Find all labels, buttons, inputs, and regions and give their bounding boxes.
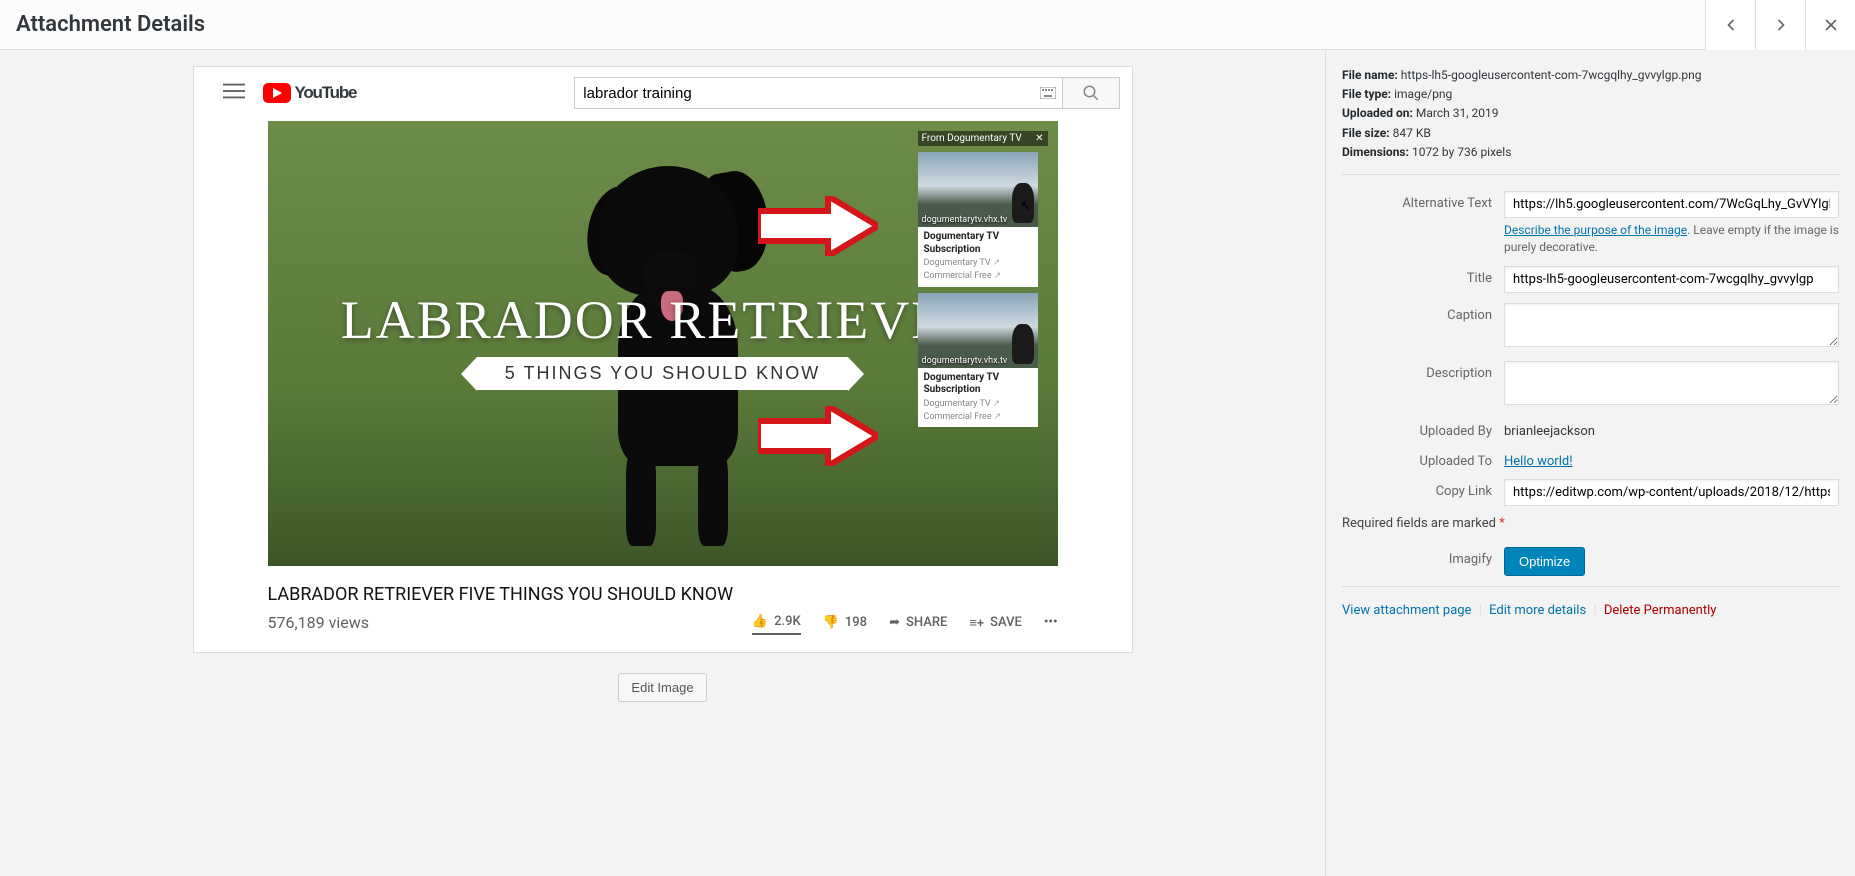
- keyboard-icon: [1034, 77, 1062, 109]
- attachment-preview-pane: YouTube: [0, 50, 1325, 876]
- youtube-video-title: LABRADOR RETRIEVER FIVE THINGS YOU SHOUL…: [268, 584, 1058, 605]
- playlist-add-icon: ≡+: [969, 615, 984, 631]
- save-button: ≡+SAVE: [969, 615, 1022, 631]
- share-icon: ➦: [889, 615, 900, 630]
- alt-text-label: Alternative Text: [1342, 191, 1504, 211]
- attachment-image: YouTube: [193, 66, 1133, 653]
- attachment-details-sidebar: File name: https-lh5-googleusercontent-c…: [1325, 50, 1855, 876]
- arrow-icon: [758, 196, 878, 256]
- share-button: ➦SHARE: [889, 615, 947, 630]
- thumbs-up-icon: 👍: [752, 614, 768, 629]
- youtube-logo: YouTube: [263, 83, 357, 103]
- prev-button[interactable]: [1705, 0, 1755, 50]
- uploaded-to-link[interactable]: Hello world!: [1504, 454, 1573, 469]
- optimize-button[interactable]: Optimize: [1504, 547, 1585, 576]
- modal-header: Attachment Details: [0, 0, 1855, 50]
- view-attachment-page-link[interactable]: View attachment page: [1342, 603, 1471, 618]
- edit-more-details-link[interactable]: Edit more details: [1489, 603, 1586, 618]
- file-type-value: image/png: [1394, 87, 1452, 101]
- uploaded-on-value: March 31, 2019: [1416, 106, 1499, 120]
- file-name-value: https-lh5-googleusercontent-com-7wcgqlhy…: [1401, 68, 1702, 82]
- uploaded-by-value: brianleejackson: [1504, 419, 1839, 439]
- alt-text-input[interactable]: [1504, 191, 1839, 218]
- uploaded-to-label: Uploaded To: [1342, 449, 1504, 469]
- required-fields-note: Required fields are marked *: [1342, 516, 1839, 531]
- title-input[interactable]: [1504, 266, 1839, 293]
- youtube-play-icon: [263, 83, 291, 103]
- alt-text-help-link[interactable]: Describe the purpose of the image: [1504, 223, 1687, 237]
- description-label: Description: [1342, 361, 1504, 381]
- endscreen-card: dogumentarytv.vhx.tv Dogumentary TV Subs…: [918, 152, 1038, 287]
- description-textarea[interactable]: [1504, 361, 1839, 405]
- close-icon: ✕: [1035, 133, 1043, 144]
- copy-link-input[interactable]: [1504, 479, 1839, 506]
- youtube-search-input: [574, 77, 1034, 109]
- delete-permanently-link[interactable]: Delete Permanently: [1604, 603, 1717, 618]
- youtube-player-thumbnail: LABRADOR RETRIEVER 5 THINGS YOU SHOULD K…: [268, 121, 1058, 566]
- more-icon: •••: [1044, 615, 1058, 630]
- caption-label: Caption: [1342, 303, 1504, 323]
- modal-title: Attachment Details: [16, 0, 205, 50]
- endscreen-card: dogumentarytv.vhx.tv Dogumentary TV Subs…: [918, 293, 1038, 428]
- imagify-label: Imagify: [1342, 547, 1504, 567]
- edit-image-button[interactable]: Edit Image: [618, 673, 706, 702]
- close-button[interactable]: [1805, 0, 1855, 50]
- endscreen-from-label: From Dogumentary TV: [922, 133, 1022, 144]
- caption-textarea[interactable]: [1504, 303, 1839, 347]
- next-button[interactable]: [1755, 0, 1805, 50]
- youtube-views: 576,189 views: [268, 613, 369, 632]
- dimensions-value: 1072 by 736 pixels: [1412, 145, 1511, 159]
- overlay-subtitle: 5 THINGS YOU SHOULD KNOW: [477, 357, 848, 390]
- title-label: Title: [1342, 266, 1504, 286]
- dislike-button: 👎198: [823, 615, 867, 630]
- thumbs-down-icon: 👎: [823, 615, 839, 630]
- uploaded-by-label: Uploaded By: [1342, 419, 1504, 439]
- search-icon: [1062, 77, 1120, 109]
- like-button: 👍2.9K: [752, 614, 801, 635]
- arrow-icon: [758, 406, 878, 466]
- copy-link-label: Copy Link: [1342, 479, 1504, 499]
- hamburger-icon: [223, 80, 245, 106]
- file-size-value: 847 KB: [1393, 126, 1431, 140]
